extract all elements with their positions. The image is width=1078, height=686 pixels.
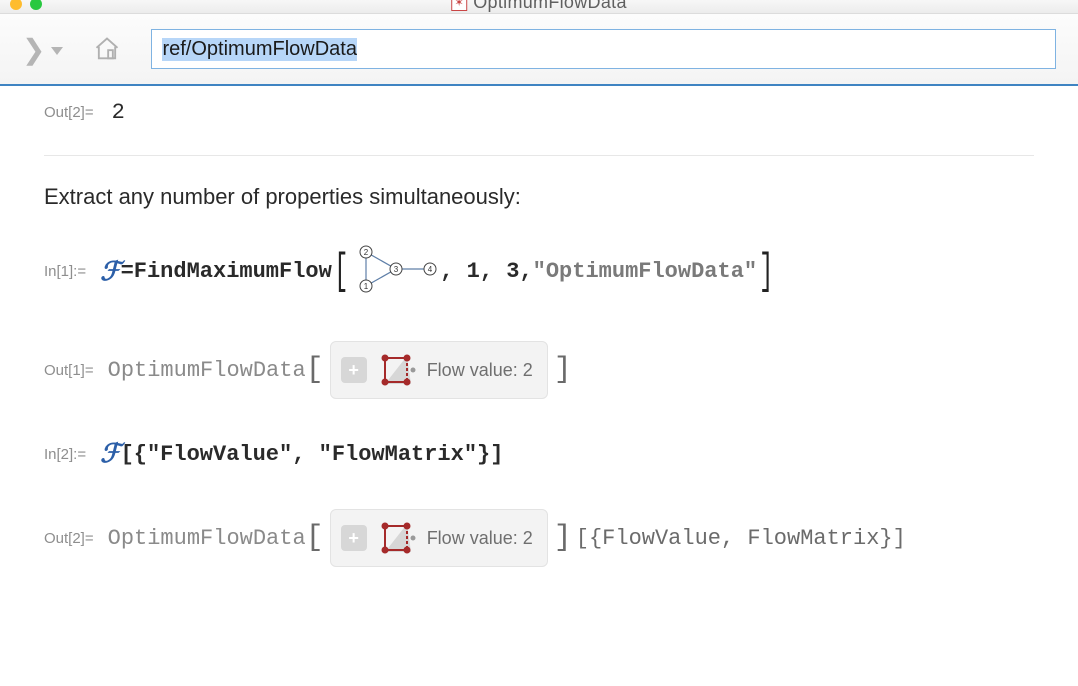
tab-title: OptimumFlowData	[473, 0, 627, 13]
window-tab[interactable]: ✶ OptimumFlowData	[451, 0, 627, 13]
plus-icon: +	[348, 360, 359, 381]
output-cell-2: Out[2]= OptimumFlowData [ + Flow value: …	[44, 509, 1034, 567]
input-cell-1[interactable]: In[1]:= ℱ = FindMaximumFlow [ 2 1 3 4 , …	[44, 242, 1034, 301]
out1-head: OptimumFlowData	[108, 358, 306, 383]
left-bracket-thin: [	[306, 353, 324, 387]
summary-box-out1[interactable]: + Flow value: 2	[330, 341, 548, 399]
io-value-out2-prev: 2	[112, 100, 125, 125]
io-label-out2-prev: Out[2]=	[44, 104, 94, 121]
in2-body: [{"FlowValue", "FlowMatrix"}]	[121, 442, 504, 467]
symbol-F-in2: ℱ	[100, 439, 120, 469]
right-bracket-thin-2: ]	[554, 521, 572, 555]
address-value: ref/OptimumFlowData	[162, 38, 357, 61]
input-cell-2[interactable]: In[2]:= ℱ [{"FlowValue", "FlowMatrix"}]	[44, 439, 1034, 469]
inline-graph-icon: 2 1 3 4	[352, 242, 438, 301]
document-body: Out[2]= 2 Extract any number of properti…	[0, 86, 1078, 625]
summary-box-out2[interactable]: + Flow value: 2	[330, 509, 548, 567]
cell-separator	[44, 155, 1034, 156]
svg-text:2: 2	[364, 248, 369, 257]
plus-icon: +	[348, 528, 359, 549]
eq-sign: =	[121, 259, 134, 284]
left-bracket-thin-2: [	[306, 521, 324, 555]
io-label-in1: In[1]:=	[44, 263, 86, 280]
back-history-button[interactable]: ❯	[22, 33, 63, 66]
string-arg-ofd: "OptimumFlowData"	[533, 259, 757, 284]
window-titlebar: ✶ OptimumFlowData	[0, 0, 1078, 14]
wolfram-doc-icon: ✶	[451, 0, 467, 11]
symbol-F-in1: ℱ	[100, 257, 120, 287]
io-label-out1: Out[1]=	[44, 362, 94, 379]
io-label-out2: Out[2]=	[44, 530, 94, 547]
output-cell-1: Out[1]= OptimumFlowData [ + Flow value: …	[44, 341, 1034, 399]
flow-value-label-out2: Flow value: 2	[427, 528, 533, 549]
io-label-in2: In[2]:=	[44, 446, 86, 463]
left-bracket-icon: [	[334, 261, 349, 283]
out2-tail: [{FlowValue, FlowMatrix}]	[576, 526, 906, 551]
home-button[interactable]	[93, 35, 121, 63]
flow-value-label-out1: Flow value: 2	[427, 360, 533, 381]
fn-name-findmaxflow: FindMaximumFlow	[134, 259, 332, 284]
minimize-button[interactable]	[10, 0, 22, 10]
traffic-lights	[10, 0, 42, 10]
flow-graph-icon	[377, 518, 417, 558]
dropdown-triangle-icon	[51, 47, 63, 55]
expand-button-2[interactable]: +	[341, 525, 367, 551]
svg-text:4: 4	[428, 265, 433, 274]
svg-text:1: 1	[364, 282, 369, 291]
prev-output-row: Out[2]= 2	[44, 100, 1034, 125]
zoom-button[interactable]	[30, 0, 42, 10]
address-input[interactable]: ref/OptimumFlowData	[151, 29, 1056, 69]
svg-text:3: 3	[394, 265, 399, 274]
toolbar: ❯ ref/OptimumFlowData	[0, 14, 1078, 86]
args-tail: , 1, 3,	[440, 259, 532, 284]
chevron-right-icon: ❯	[22, 33, 45, 66]
right-bracket-thin: ]	[554, 353, 572, 387]
flow-graph-icon	[377, 350, 417, 390]
out2-head: OptimumFlowData	[108, 526, 306, 551]
section-description: Extract any number of properties simulta…	[44, 184, 1034, 210]
right-bracket-icon: ]	[759, 261, 774, 283]
home-icon	[93, 35, 121, 63]
expand-button[interactable]: +	[341, 357, 367, 383]
